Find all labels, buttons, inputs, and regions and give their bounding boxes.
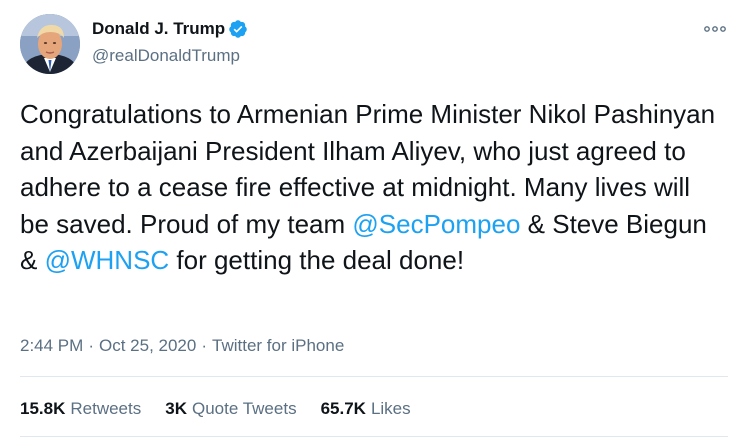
more-options-icon[interactable] xyxy=(702,20,728,38)
tweet-card: Donald J. Trump @realDonaldTrump Congrat… xyxy=(0,0,748,438)
quote-tweets-count: 3K xyxy=(165,399,187,418)
display-name-row: Donald J. Trump xyxy=(92,18,248,40)
tweet-header: Donald J. Trump @realDonaldTrump xyxy=(16,12,732,76)
tweet-meta: 2:44 PM · Oct 25, 2020 · Twitter for iPh… xyxy=(20,335,344,357)
divider xyxy=(20,376,728,377)
mention-link[interactable]: @SecPompeo xyxy=(352,209,520,239)
retweets-stat[interactable]: 15.8K Retweets xyxy=(20,399,141,419)
avatar[interactable] xyxy=(20,14,80,74)
retweets-count: 15.8K xyxy=(20,399,66,418)
divider xyxy=(20,436,728,437)
tweet-text: Congratulations to Armenian Prime Minist… xyxy=(20,96,726,279)
mention-link[interactable]: @WHNSC xyxy=(45,245,170,275)
likes-label: Likes xyxy=(370,399,411,418)
tweet-time[interactable]: 2:44 PM xyxy=(20,336,83,356)
tweet-stats: 15.8K Retweets 3K Quote Tweets 65.7K Lik… xyxy=(20,398,435,420)
author-handle[interactable]: @realDonaldTrump xyxy=(92,46,248,66)
verified-badge-icon xyxy=(228,19,248,39)
retweets-label: Retweets xyxy=(70,399,142,418)
quote-tweets-label: Quote Tweets xyxy=(191,399,297,418)
tweet-text-part: for getting the deal done! xyxy=(169,245,465,275)
display-name[interactable]: Donald J. Trump xyxy=(92,19,225,39)
avatar-image xyxy=(20,14,80,74)
tweet-date[interactable]: Oct 25, 2020 xyxy=(99,336,196,356)
likes-count: 65.7K xyxy=(320,399,366,418)
tweet-source[interactable]: Twitter for iPhone xyxy=(212,336,344,356)
author-names: Donald J. Trump @realDonaldTrump xyxy=(92,18,248,66)
meta-separator: · xyxy=(201,336,207,355)
likes-stat[interactable]: 65.7K Likes xyxy=(321,399,411,419)
quote-tweets-stat[interactable]: 3K Quote Tweets xyxy=(165,399,296,419)
meta-separator: · xyxy=(88,336,94,355)
